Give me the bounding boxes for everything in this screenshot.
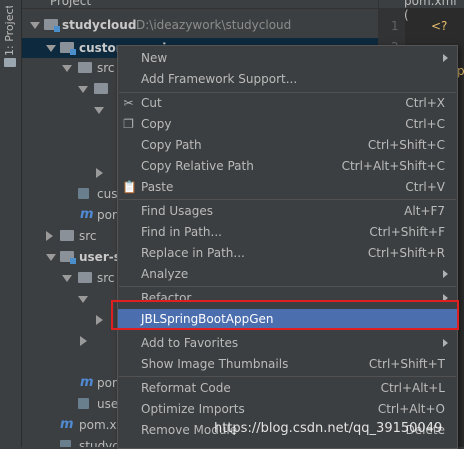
collapse-arrow-icon[interactable]: [96, 168, 103, 178]
line-number: 1: [391, 19, 399, 33]
menu-separator: [119, 286, 456, 287]
menu-item-new[interactable]: New: [118, 48, 457, 69]
file-icon: [78, 188, 89, 199]
file-icon: [78, 398, 89, 409]
menu-separator: [119, 376, 456, 377]
folder-icon: [78, 272, 92, 283]
expand-arrow-icon[interactable]: [46, 45, 56, 52]
menu-item-find-in-path[interactable]: Find in Path... Ctrl+Shift+F: [118, 222, 457, 243]
menu-item-copy-path[interactable]: Copy Path Ctrl+Shift+C: [118, 135, 457, 156]
folder-icon: [94, 83, 108, 94]
maven-icon: m: [80, 375, 94, 390]
code-line: p: [457, 64, 464, 78]
paste-icon: 📋: [122, 180, 137, 194]
expand-arrow-icon[interactable]: [30, 22, 40, 29]
collapse-arrow-icon[interactable]: [96, 315, 103, 325]
tree-item-label: src: [97, 271, 115, 285]
maven-icon: m: [80, 207, 94, 222]
expand-arrow-icon[interactable]: [78, 296, 88, 303]
copy-icon: ❐: [123, 117, 134, 131]
folder-icon: [78, 62, 92, 73]
menu-item-replace-in-path[interactable]: Replace in Path... Ctrl+Shift+R: [118, 243, 457, 264]
code-line: <?: [431, 19, 448, 33]
expand-arrow-icon[interactable]: [46, 254, 56, 261]
cut-icon: ✂: [123, 96, 134, 110]
tree-item-label: cus: [97, 187, 118, 201]
module-folder-icon: [60, 42, 76, 55]
tree-item-label: user-s: [79, 250, 121, 264]
tree-item-label: studycl: [79, 439, 123, 447]
menu-separator: [119, 199, 456, 200]
menu-item-show-image-thumbnails[interactable]: Show Image Thumbnails Ctrl+Shift+T: [118, 354, 457, 375]
expand-arrow-icon[interactable]: [62, 65, 72, 72]
menu-item-reformat-code[interactable]: Reformat Code Ctrl+Alt+L: [118, 378, 457, 399]
project-tool-button[interactable]: 1: Project: [3, 6, 16, 56]
collapse-arrow-icon[interactable]: [46, 231, 53, 241]
menu-item-paste[interactable]: 📋 Paste Ctrl+V: [118, 177, 457, 198]
submenu-arrow-icon: [443, 270, 448, 278]
expand-arrow-icon[interactable]: [94, 107, 104, 114]
expand-arrow-icon[interactable]: [62, 275, 72, 282]
file-icon: [60, 440, 71, 447]
module-folder-icon: [44, 19, 60, 32]
tree-item-label: pom.x: [79, 418, 117, 432]
menu-item-analyze[interactable]: Analyze: [118, 264, 457, 285]
submenu-arrow-icon: [443, 54, 448, 62]
maven-icon: m: [60, 417, 74, 432]
expand-arrow-icon[interactable]: [78, 86, 88, 93]
tool-window-strip: 1: Project: [0, 0, 22, 447]
menu-item-copy[interactable]: ❐ Copy Ctrl+C: [118, 114, 457, 135]
tree-row-studycloud[interactable]: studycloud D:\ideazywork\studycloud: [22, 15, 378, 35]
tree-item-label: studycloud: [62, 18, 137, 32]
menu-item-add-to-favorites[interactable]: Add to Favorites: [118, 333, 457, 354]
project-panel-header: Project: [22, 0, 378, 9]
annotation-highlight-box: [111, 300, 459, 330]
watermark-text: https://blog.csdn.net/qq_39150049: [214, 421, 443, 436]
tree-item-label: src: [79, 229, 97, 243]
context-menu: New Add Framework Support... ✂ Cut Ctrl+…: [117, 45, 458, 449]
collapse-arrow-icon[interactable]: [80, 336, 87, 346]
menu-item-find-usages[interactable]: Find Usages Alt+F7: [118, 201, 457, 222]
folder-icon: [4, 58, 16, 67]
folder-icon: [60, 230, 74, 241]
tree-item-label: use: [97, 397, 119, 411]
tree-item-path: D:\ideazywork\studycloud: [136, 18, 292, 32]
module-folder-icon: [60, 251, 76, 264]
tree-item-label: src: [97, 61, 115, 75]
project-panel-title[interactable]: Project: [50, 0, 91, 8]
submenu-arrow-icon: [443, 339, 448, 347]
menu-item-optimize-imports[interactable]: Optimize Imports Ctrl+Alt+O: [118, 399, 457, 420]
menu-item-add-framework-support[interactable]: Add Framework Support...: [118, 69, 457, 90]
menu-item-cut[interactable]: ✂ Cut Ctrl+X: [118, 93, 457, 114]
menu-item-copy-relative-path[interactable]: Copy Relative Path Ctrl+Alt+Shift+C: [118, 156, 457, 177]
editor-tab[interactable]: pom.xml (: [379, 0, 464, 22]
